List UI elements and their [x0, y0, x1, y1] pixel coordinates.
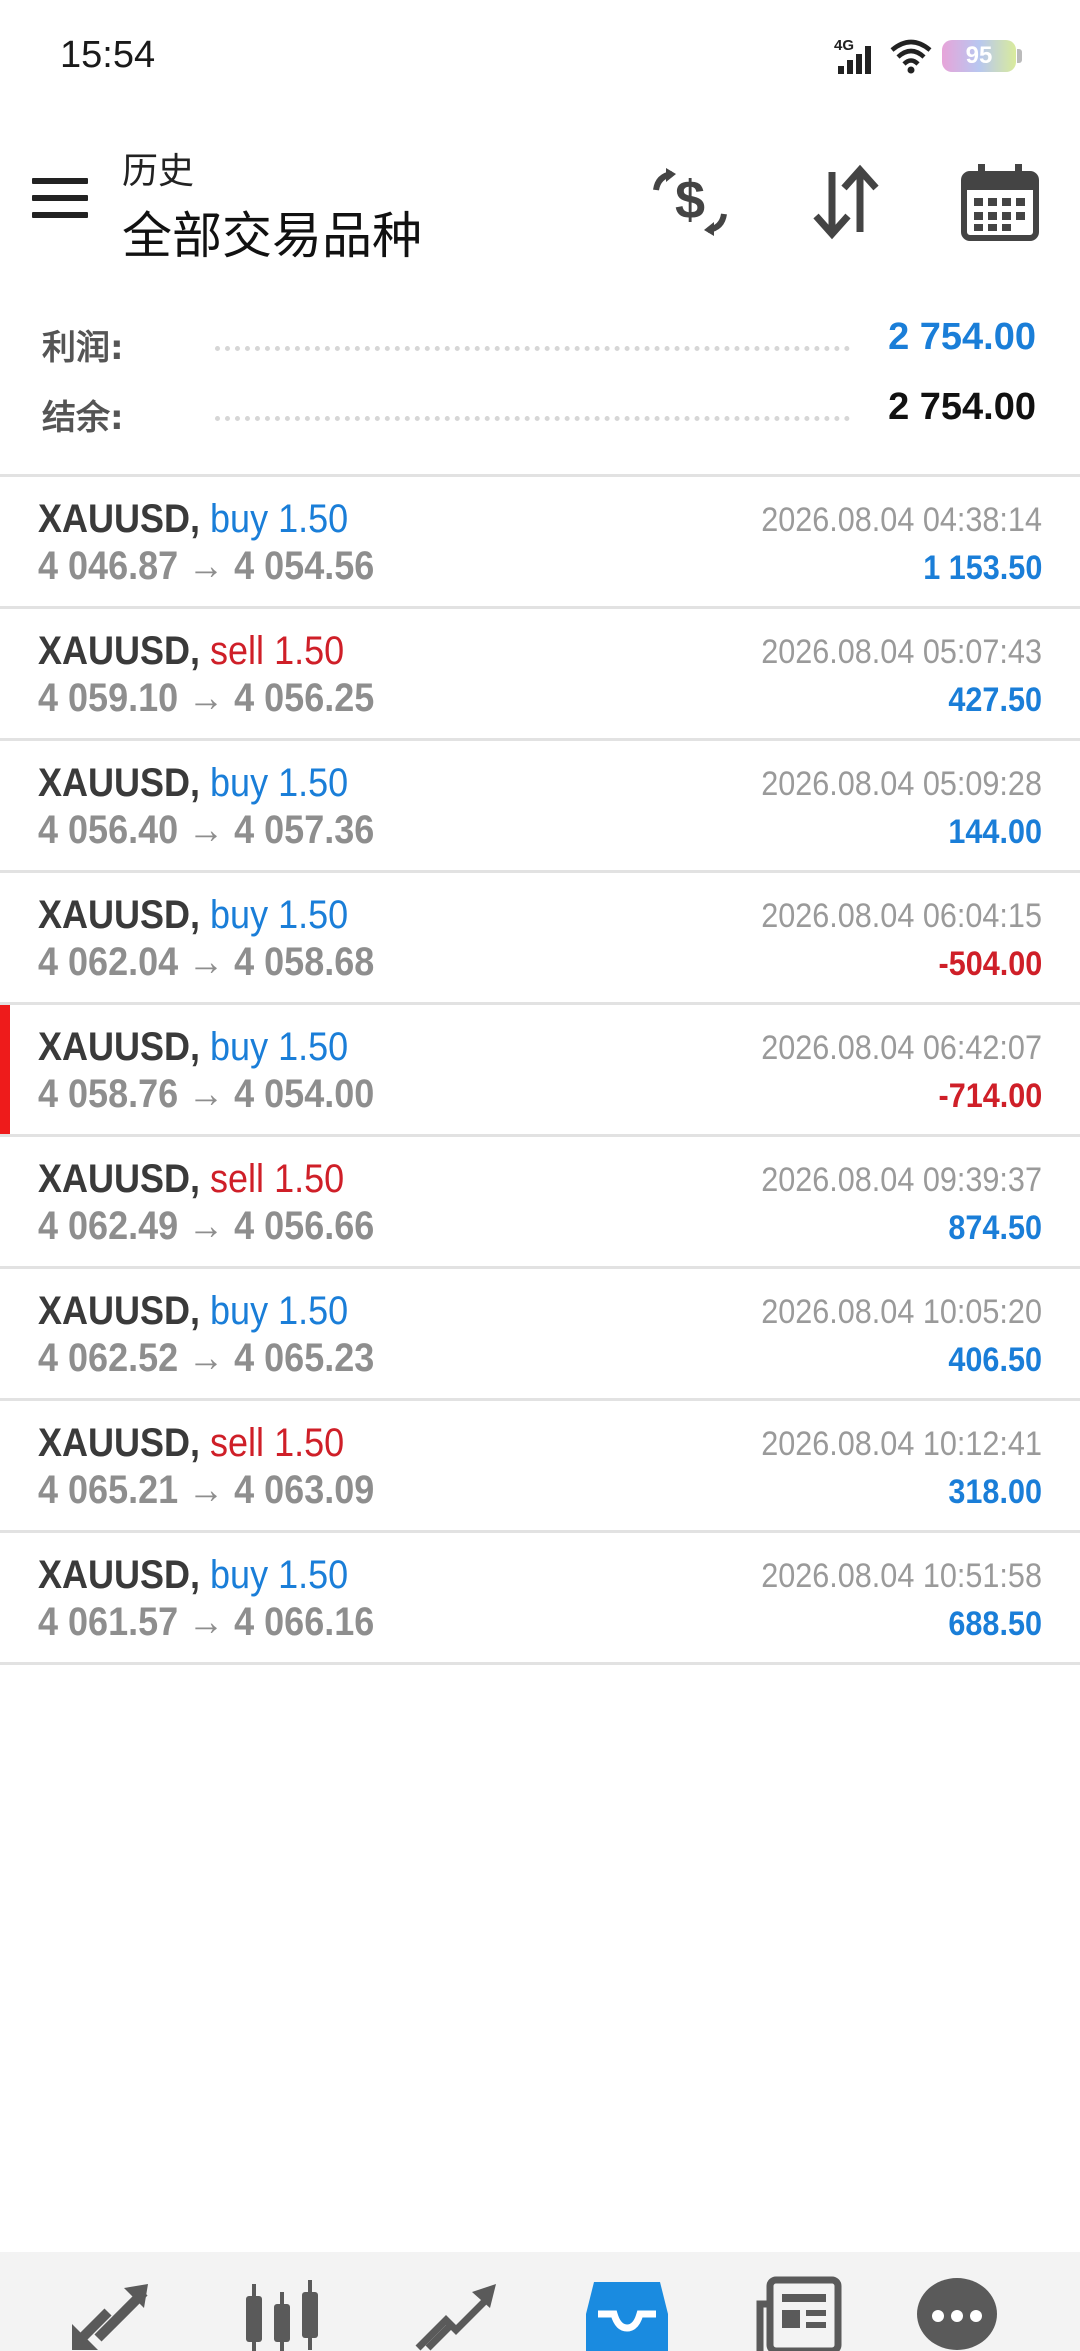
trade-profit: 318.00 [948, 1473, 1042, 1511]
trade-side: sell [210, 1157, 265, 1201]
profit-value: 2 754.00 [888, 316, 1036, 358]
trade-side: buy [210, 1025, 269, 1069]
trade-time: 2026.08.04 05:07:43 [761, 633, 1042, 671]
trade-row[interactable]: XAUUSD, buy 1.50 4 062.04 → 4 058.68 202… [0, 873, 1080, 1005]
trade-row[interactable]: XAUUSD, buy 1.50 4 062.52 → 4 065.23 202… [0, 1269, 1080, 1401]
trade-volume: 1.50 [278, 497, 349, 541]
trade-profit: -504.00 [938, 945, 1042, 983]
bottom-navigation [0, 2252, 1080, 2351]
trade-symbol: XAUUSD, [38, 893, 201, 937]
trade-volume: 1.50 [278, 1025, 349, 1069]
app-header: 历史 全部交易品种 $ [0, 120, 1080, 290]
trade-row-selected[interactable]: XAUUSD, buy 1.50 4 058.76 → 4 054.00 202… [0, 1005, 1080, 1137]
profit-label: 利润: [42, 328, 124, 368]
trade-time: 2026.08.04 06:04:15 [761, 897, 1042, 935]
trade-row[interactable]: XAUUSD, buy 1.50 4 056.40 → 4 057.36 202… [0, 741, 1080, 873]
trade-volume: 1.50 [278, 893, 349, 937]
trade-volume: 1.50 [274, 1421, 345, 1465]
trade-prices: 4 059.10 → 4 056.25 [38, 676, 375, 720]
page-subtitle: 历史 [122, 151, 195, 192]
trade-time: 2026.08.04 06:42:07 [761, 1029, 1042, 1067]
trade-profit: -714.00 [938, 1077, 1042, 1115]
trade-row[interactable]: XAUUSD, buy 1.50 4 046.87 → 4 054.56 202… [0, 477, 1080, 609]
status-icons: 4G 95 [834, 36, 1022, 76]
trade-row[interactable]: XAUUSD, sell 1.50 4 065.21 → 4 063.09 20… [0, 1401, 1080, 1533]
trade-time: 2026.08.04 10:05:20 [761, 1293, 1042, 1331]
trade-profit: 144.00 [948, 813, 1042, 851]
trade-history-list: XAUUSD, buy 1.50 4 046.87 → 4 054.56 202… [0, 477, 1080, 1665]
battery-cap [1017, 49, 1022, 63]
trade-row[interactable]: XAUUSD, sell 1.50 4 059.10 → 4 056.25 20… [0, 609, 1080, 741]
news-icon[interactable] [756, 2274, 842, 2351]
trade-prices: 4 062.04 → 4 058.68 [38, 940, 375, 984]
currency-exchange-icon[interactable]: $ [648, 160, 732, 244]
trade-time: 2026.08.04 10:12:41 [761, 1425, 1042, 1463]
status-bar: 15:54 4G 95 [0, 0, 1080, 120]
chart-icon[interactable] [240, 2274, 326, 2351]
trade-symbol: XAUUSD, [38, 1553, 201, 1597]
status-time: 15:54 [60, 34, 156, 76]
svg-text:$: $ [675, 170, 705, 230]
trade-prices: 4 061.57 → 4 066.16 [38, 1600, 375, 1644]
trade-profit: 688.50 [948, 1605, 1042, 1643]
trade-side: buy [210, 1553, 269, 1597]
trade-volume: 1.50 [278, 1553, 349, 1597]
trade-time: 2026.08.04 09:39:37 [761, 1161, 1042, 1199]
trade-row[interactable]: XAUUSD, sell 1.50 4 062.49 → 4 056.66 20… [0, 1137, 1080, 1269]
trade-symbol: XAUUSD, [38, 1289, 201, 1333]
calendar-icon[interactable] [958, 160, 1042, 244]
symbol-filter-title[interactable]: 全部交易品种 [122, 196, 422, 268]
trade-symbol: XAUUSD, [38, 497, 201, 541]
history-icon[interactable] [584, 2274, 670, 2351]
trade-volume: 1.50 [278, 761, 349, 805]
trade-profit: 427.50 [948, 681, 1042, 719]
trade-icon[interactable] [412, 2274, 498, 2351]
trade-volume: 1.50 [274, 1157, 345, 1201]
svg-text:4G: 4G [834, 37, 854, 54]
trade-prices: 4 046.87 → 4 054.56 [38, 544, 375, 588]
trade-side: buy [210, 893, 269, 937]
profit-dots [215, 346, 850, 351]
balance-value: 2 754.00 [888, 386, 1036, 428]
summary-panel: 利润: 2 754.00 结余: 2 754.00 [0, 312, 1080, 474]
trade-symbol: XAUUSD, [38, 629, 201, 673]
quotes-icon[interactable] [68, 2274, 154, 2351]
balance-label: 结余: [42, 398, 124, 438]
trade-symbol: XAUUSD, [38, 1157, 201, 1201]
profit-row: 利润: 2 754.00 [0, 312, 1080, 372]
trade-time: 2026.08.04 05:09:28 [761, 765, 1042, 803]
wifi-icon [890, 39, 932, 74]
trade-row[interactable]: XAUUSD, buy 1.50 4 061.57 → 4 066.16 202… [0, 1533, 1080, 1665]
trade-prices: 4 062.49 → 4 056.66 [38, 1204, 375, 1248]
trade-side: buy [210, 761, 269, 805]
trade-time: 2026.08.04 10:51:58 [761, 1557, 1042, 1595]
trade-profit: 1 153.50 [922, 549, 1042, 587]
sort-icon[interactable] [804, 160, 888, 244]
trade-volume: 1.50 [274, 629, 345, 673]
trade-side: sell [210, 1421, 265, 1465]
balance-row: 结余: 2 754.00 [0, 382, 1080, 442]
battery-indicator: 95 [942, 40, 1016, 72]
trade-volume: 1.50 [278, 1289, 349, 1333]
trade-prices: 4 062.52 → 4 065.23 [38, 1336, 375, 1380]
trade-side: sell [210, 629, 265, 673]
trade-prices: 4 058.76 → 4 054.00 [38, 1072, 375, 1116]
trade-time: 2026.08.04 04:38:14 [761, 501, 1042, 539]
chat-icon[interactable] [914, 2274, 1000, 2351]
balance-dots [215, 416, 850, 421]
signal-icon: 4G [834, 37, 871, 74]
trade-prices: 4 065.21 → 4 063.09 [38, 1468, 375, 1512]
trade-profit: 406.50 [948, 1341, 1042, 1379]
trade-side: buy [210, 497, 269, 541]
trade-profit: 874.50 [948, 1209, 1042, 1247]
trade-prices: 4 056.40 → 4 057.36 [38, 808, 375, 852]
menu-icon[interactable] [32, 178, 88, 218]
trade-side: buy [210, 1289, 269, 1333]
trade-symbol: XAUUSD, [38, 1025, 201, 1069]
trade-symbol: XAUUSD, [38, 761, 201, 805]
trade-symbol: XAUUSD, [38, 1421, 201, 1465]
